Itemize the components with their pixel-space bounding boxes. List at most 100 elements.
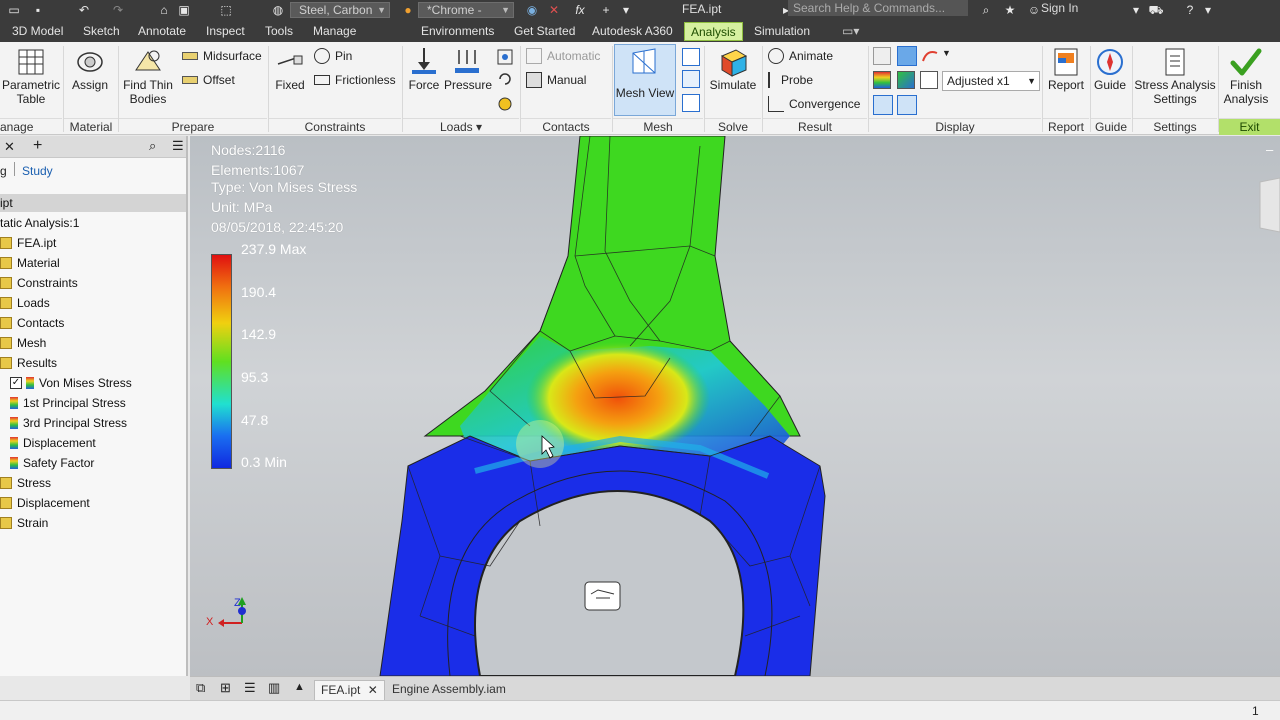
tab-modeling[interactable]: g: [0, 164, 7, 178]
report-button[interactable]: Report: [1044, 46, 1088, 92]
select-icon[interactable]: ⬚: [218, 3, 234, 17]
pressure-button[interactable]: Pressure: [444, 46, 492, 92]
stress-settings-button[interactable]: Stress Analysis Settings: [1134, 46, 1216, 106]
star-icon[interactable]: ★: [1002, 3, 1018, 17]
add-icon[interactable]: +: [33, 137, 42, 155]
tree-item[interactable]: tatic Analysis:1: [0, 214, 79, 232]
tab-simulation[interactable]: Simulation: [754, 23, 810, 42]
user-icon[interactable]: ☺: [1026, 3, 1042, 17]
search-input[interactable]: Search Help & Commands...: [788, 0, 968, 16]
pin-button[interactable]: Pin: [314, 47, 352, 65]
parametric-table-button[interactable]: Parametric Table: [0, 46, 62, 106]
tab-tools[interactable]: Tools: [265, 23, 293, 42]
appearance-combo[interactable]: *Chrome - ▼: [418, 2, 514, 18]
midsurface-button[interactable]: Midsurface: [182, 47, 262, 65]
tab-inspect[interactable]: Inspect: [206, 23, 245, 42]
tab-annotate[interactable]: Annotate: [138, 23, 186, 42]
tab-environments[interactable]: Environments: [421, 23, 494, 42]
deformation-scale-select[interactable]: Adjusted x1 ▼: [942, 71, 1040, 91]
tab-analysis[interactable]: Analysis: [684, 22, 743, 41]
tree-item[interactable]: Stress: [0, 474, 51, 492]
tree-item[interactable]: Displacement: [0, 434, 96, 452]
mesh-settings-icon[interactable]: [682, 48, 700, 66]
material-combo[interactable]: Steel, Carbon ▼: [290, 2, 390, 18]
tab-study[interactable]: Study: [22, 164, 53, 178]
home-icon[interactable]: ⌂: [156, 3, 172, 17]
save-icon[interactable]: ▪: [30, 3, 46, 17]
vertical-tile-icon[interactable]: ▥: [268, 680, 280, 696]
moment-icon[interactable]: [496, 70, 514, 88]
finish-analysis-button[interactable]: Finish Analysis: [1218, 46, 1274, 106]
tab-3d-model[interactable]: 3D Model: [12, 23, 63, 42]
color-bar-icon[interactable]: [897, 46, 917, 66]
plus-icon[interactable]: +: [598, 3, 614, 17]
group-loads[interactable]: Loads ▾: [403, 118, 519, 135]
undo-icon[interactable]: ↶: [76, 3, 92, 17]
tree-item[interactable]: FEA.ipt: [0, 234, 56, 252]
offset-button[interactable]: Offset: [182, 71, 235, 89]
sign-in-link[interactable]: Sign In: [1041, 1, 1078, 15]
menu-icon[interactable]: ☰: [172, 138, 184, 154]
assign-button[interactable]: Assign: [66, 46, 114, 92]
qa-dropdown-icon[interactable]: ▾: [618, 3, 634, 17]
tree-item[interactable]: Results: [0, 354, 57, 372]
automatic-contacts-button[interactable]: Automatic: [526, 47, 600, 65]
horizontal-tile-icon[interactable]: ☰: [244, 680, 256, 696]
appearance-icon[interactable]: ◉: [524, 3, 540, 17]
tree-item[interactable]: Constraints: [0, 274, 78, 292]
shading-icon[interactable]: [921, 47, 939, 65]
convergence-button[interactable]: Convergence: [768, 95, 860, 113]
shading-dropdown-icon[interactable]: ▼: [942, 48, 951, 58]
checkbox-icon[interactable]: ✓: [10, 377, 22, 389]
open-icon[interactable]: ▭: [6, 3, 22, 17]
tree-item[interactable]: 1st Principal Stress: [0, 394, 126, 412]
help-icon[interactable]: ?: [1182, 3, 1198, 17]
doc-list-icon[interactable]: ▲: [294, 681, 305, 693]
tree-item[interactable]: Material: [0, 254, 60, 272]
tile-icon[interactable]: ⊞: [220, 680, 231, 696]
tree-item[interactable]: ✓ Von Mises Stress: [0, 374, 132, 392]
probe-labels-icon[interactable]: [873, 95, 893, 115]
camera-icon[interactable]: ▭▾: [842, 23, 859, 42]
tree-item[interactable]: Contacts: [0, 314, 64, 332]
help-dropdown-icon[interactable]: ▾: [1200, 3, 1216, 17]
body-load-icon[interactable]: [496, 48, 514, 66]
guide-button[interactable]: Guide: [1090, 46, 1130, 92]
fixed-button[interactable]: Fixed: [270, 46, 310, 92]
search-icon[interactable]: ⌕: [149, 138, 156, 154]
tab-manage[interactable]: Manage: [313, 23, 356, 42]
binoculars-icon[interactable]: ⌕: [978, 3, 994, 17]
clear-appearance-icon[interactable]: ✕: [546, 3, 562, 17]
simulate-button[interactable]: Simulate: [706, 46, 760, 92]
close-tab-icon[interactable]: ✕: [368, 683, 378, 697]
globe-icon[interactable]: ◍: [270, 3, 286, 17]
graphics-viewport[interactable]: Nodes:2116 Elements:1067 Type: Von Mises…: [190, 136, 1280, 676]
find-thin-bodies-button[interactable]: Find Thin Bodies: [120, 46, 176, 106]
close-icon[interactable]: ✕: [4, 139, 15, 155]
tree-item[interactable]: Displacement: [0, 494, 90, 512]
contour-icon[interactable]: [897, 71, 915, 89]
tree-item[interactable]: 3rd Principal Stress: [0, 414, 127, 432]
tab-autodesk-a360[interactable]: Autodesk A360: [592, 23, 673, 42]
frictionless-button[interactable]: Frictionless: [314, 71, 396, 89]
min-max-icon[interactable]: [897, 95, 917, 115]
doc-tab-engine-assembly[interactable]: Engine Assembly.iam: [386, 680, 512, 700]
tab-get-started[interactable]: Get Started: [514, 23, 575, 42]
mesh-view-button[interactable]: Mesh View: [614, 44, 676, 116]
tree-item[interactable]: ipt: [0, 194, 186, 212]
viewport-minimize-icon[interactable]: –: [1266, 142, 1273, 157]
convergence-settings-icon[interactable]: [682, 94, 700, 112]
fx-icon[interactable]: fx: [572, 3, 588, 17]
cart-icon[interactable]: ⛟: [1148, 3, 1164, 17]
manual-contacts-button[interactable]: Manual: [526, 71, 586, 89]
doc-tab-fea[interactable]: FEA.ipt ✕: [314, 680, 385, 700]
signin-dropdown-icon[interactable]: ▾: [1128, 3, 1144, 17]
animate-button[interactable]: Animate: [768, 47, 833, 65]
tree-item[interactable]: Mesh: [0, 334, 46, 352]
probe-button[interactable]: Probe: [768, 71, 813, 89]
tab-sketch[interactable]: Sketch: [83, 23, 120, 42]
color-legend-icon[interactable]: [873, 71, 891, 89]
tree-item[interactable]: Loads: [0, 294, 50, 312]
same-scale-icon[interactable]: [873, 47, 891, 65]
local-mesh-icon[interactable]: [682, 70, 700, 88]
